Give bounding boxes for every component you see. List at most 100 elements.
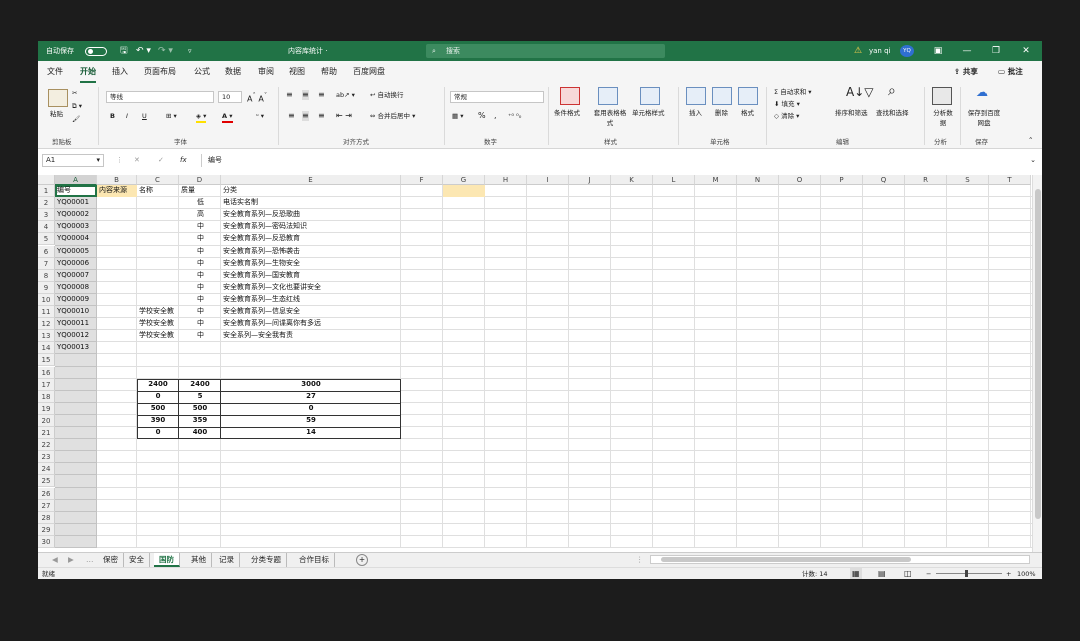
tab-home[interactable]: 开始 [80, 61, 96, 83]
underline-button[interactable]: U [142, 111, 147, 121]
format-cells-label[interactable]: 格式 [741, 108, 754, 118]
row-header[interactable]: 14 [38, 342, 55, 355]
comments-button[interactable]: ▭ 批注 [994, 64, 1027, 80]
quality-cell[interactable]: 中 [181, 258, 220, 270]
stats-cell[interactable]: 2400 [137, 379, 179, 391]
row-header[interactable]: 8 [38, 269, 55, 282]
row-header[interactable]: 7 [38, 257, 55, 270]
header-cell[interactable]: 内容来源 [99, 185, 136, 197]
minimize-button[interactable]: — [953, 41, 981, 61]
tab-insert[interactable]: 插入 [112, 61, 128, 83]
row-header[interactable]: 20 [38, 414, 55, 427]
clear-button[interactable]: ◇ 清除 ▾ [774, 111, 799, 121]
id-cell[interactable]: YQ00009 [57, 294, 96, 306]
category-cell[interactable]: 安全教育系列—反恐教育 [223, 233, 400, 245]
stats-cell[interactable]: 390 [137, 415, 179, 427]
format-table-label[interactable]: 套用表格格式 [592, 108, 628, 128]
id-cell[interactable]: YQ00013 [57, 342, 96, 354]
avatar[interactable]: YQ [900, 45, 914, 57]
cell-styles-icon[interactable] [640, 87, 660, 105]
add-sheet-icon[interactable]: + [356, 554, 368, 566]
row-header[interactable]: 9 [38, 281, 55, 294]
column-header[interactable]: F [401, 175, 443, 185]
percent-button[interactable]: % [478, 111, 486, 121]
column-header[interactable]: T [989, 175, 1031, 185]
indent-icon[interactable]: ⇤ ⇥ [336, 111, 352, 121]
row-header[interactable]: 23 [38, 451, 55, 464]
warning-icon[interactable]: ⚠ [854, 41, 862, 61]
row-header[interactable]: 30 [38, 535, 55, 548]
column-header[interactable]: R [905, 175, 947, 185]
row-header[interactable]: 4 [38, 221, 55, 234]
sort-filter-icon[interactable]: A↓▽ [846, 86, 874, 98]
cancel-icon[interactable]: ✕ [134, 153, 140, 168]
fill-button[interactable]: ⬇ 填充 ▾ [774, 99, 800, 109]
stats-cell[interactable]: 359 [179, 415, 221, 427]
column-header[interactable]: S [947, 175, 989, 185]
share-button[interactable]: ⇪ 共享 [950, 64, 982, 80]
row-header[interactable]: 29 [38, 523, 55, 536]
row-header[interactable]: 16 [38, 366, 55, 379]
column-header[interactable]: G [443, 175, 485, 185]
quality-cell[interactable]: 中 [181, 282, 220, 294]
close-button[interactable]: ✕ [1012, 41, 1040, 61]
id-cell[interactable]: YQ00010 [57, 306, 96, 318]
column-header[interactable]: H [485, 175, 527, 185]
zoom-slider-thumb[interactable] [965, 570, 968, 577]
stats-cell[interactable]: 0 [137, 427, 179, 439]
name-cell[interactable] [139, 197, 178, 209]
format-cells-icon[interactable] [738, 87, 758, 105]
accounting-icon[interactable]: ▦ ▾ [452, 111, 463, 121]
name-box[interactable]: A1 ▾ [42, 154, 104, 167]
quality-cell[interactable]: 高 [181, 209, 220, 221]
column-header[interactable]: M [695, 175, 737, 185]
quality-cell[interactable]: 中 [181, 330, 220, 342]
align-center-icon[interactable]: ≡ [302, 111, 309, 121]
category-cell[interactable]: 安全教育系列—国安教育 [223, 270, 400, 282]
quality-cell[interactable] [181, 342, 220, 354]
row-header[interactable]: 12 [38, 318, 55, 331]
sheet-tab[interactable]: 保密 [98, 553, 124, 567]
select-all-corner[interactable] [38, 175, 55, 185]
header-cell[interactable]: 质量 [181, 185, 220, 197]
tab-view[interactable]: 视图 [289, 61, 305, 83]
font-size-select[interactable]: 10 [218, 91, 242, 103]
category-cell[interactable]: 安全系列—安全我有责 [223, 330, 400, 342]
row-header[interactable]: 2 [38, 197, 55, 210]
stats-cell[interactable]: 2400 [179, 379, 221, 391]
stats-cell[interactable]: 500 [137, 403, 179, 415]
id-cell[interactable]: YQ00005 [57, 246, 96, 258]
ribbon-display-icon[interactable]: ▣ [924, 41, 952, 61]
merge-button[interactable]: ⇔ 合并后居中 ▾ [370, 111, 415, 121]
wrap-text-button[interactable]: ↩ 自动换行 [370, 90, 404, 100]
id-cell[interactable]: YQ00004 [57, 233, 96, 245]
enter-icon[interactable]: ✓ [158, 153, 164, 168]
align-bottom-icon[interactable]: ≡ [318, 90, 325, 100]
id-cell[interactable]: YQ00001 [57, 197, 96, 209]
tab-page-layout[interactable]: 页面布局 [144, 61, 176, 83]
zoom-in-icon[interactable]: + [1006, 568, 1011, 579]
quality-cell[interactable]: 中 [181, 306, 220, 318]
expand-formula-icon[interactable]: ⌄ [1030, 153, 1036, 168]
page-layout-view-icon[interactable]: ▤ [878, 568, 886, 579]
id-cell[interactable]: YQ00011 [57, 318, 96, 330]
stats-cell[interactable]: 400 [179, 427, 221, 439]
id-cell[interactable]: YQ00008 [57, 282, 96, 294]
autosum-button[interactable]: Σ 自动求和 ▾ [774, 87, 812, 97]
horizontal-scroll-thumb[interactable] [661, 557, 911, 562]
borders-icon[interactable]: ⊞ ▾ [166, 111, 177, 121]
stats-cell[interactable]: 14 [221, 427, 401, 439]
paste-icon[interactable] [48, 89, 68, 107]
spreadsheet-grid[interactable]: ABCDEFGHIJKLMNOPQRST 1 2 3 4 5 6 7 8 9 10 11 12 13 14… [38, 175, 1042, 552]
row-header[interactable]: 10 [38, 293, 55, 306]
name-cell[interactable] [139, 270, 178, 282]
italic-button[interactable]: I [126, 111, 128, 121]
stats-cell[interactable]: 59 [221, 415, 401, 427]
row-header[interactable]: 24 [38, 463, 55, 476]
baidu-cloud-icon[interactable]: ☁ [976, 86, 988, 98]
sheet-tab[interactable]: 记录 [214, 553, 240, 567]
find-select-label[interactable]: 查找和选择 [876, 108, 909, 118]
name-cell[interactable] [139, 233, 178, 245]
header-cell[interactable]: 分类 [223, 185, 400, 197]
decimal-icon[interactable]: ⁺⁰ ⁰₀ [508, 111, 521, 121]
